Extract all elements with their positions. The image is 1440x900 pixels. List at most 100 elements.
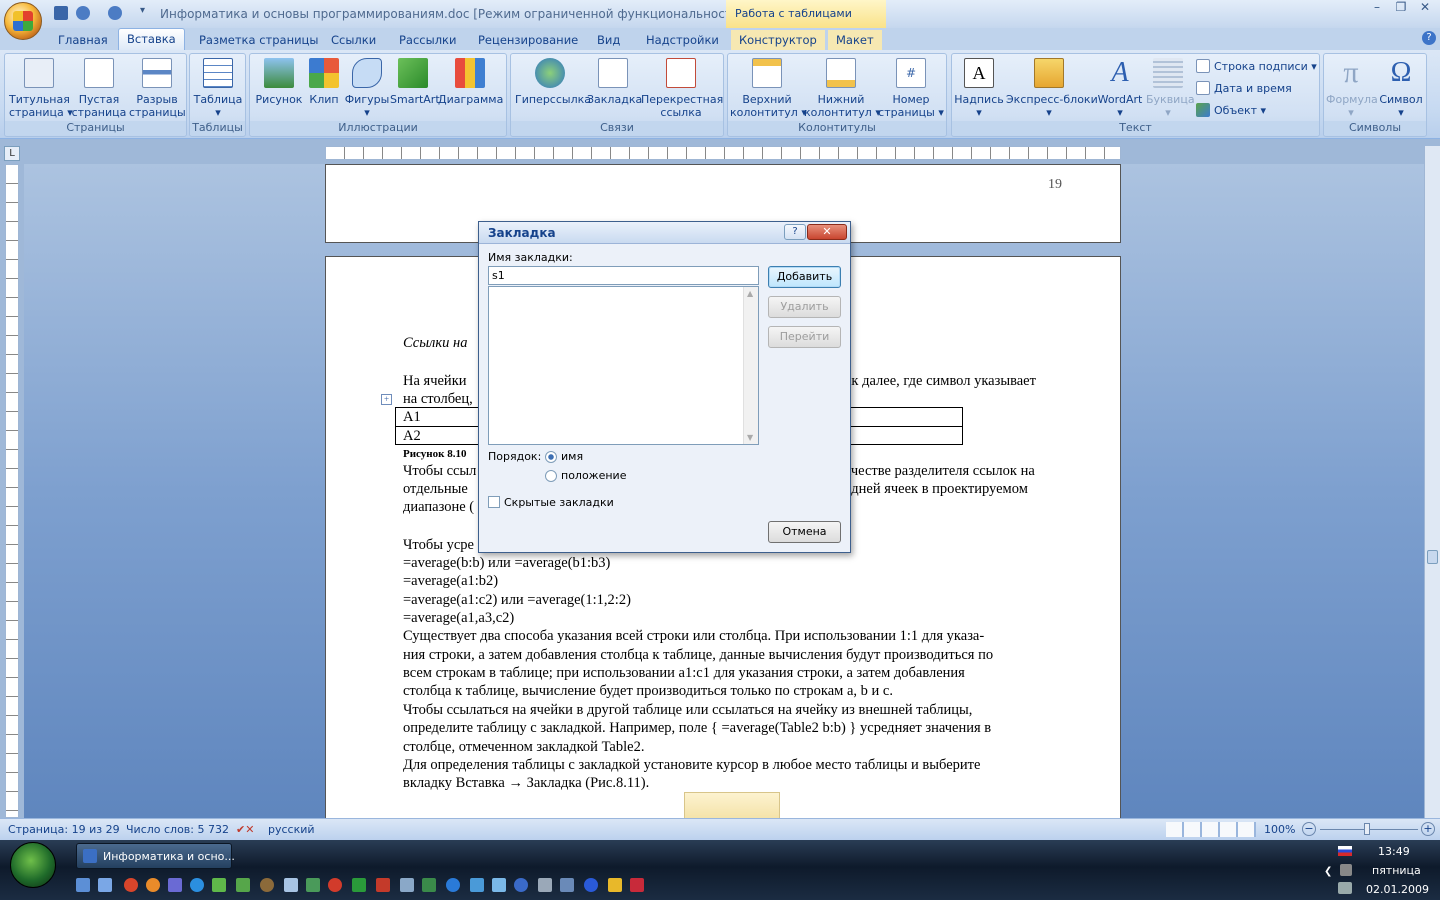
- restore-icon[interactable]: ❐: [1390, 0, 1412, 18]
- shapes-button[interactable]: Фигуры ▾: [344, 58, 390, 119]
- app-icon[interactable]: [422, 878, 436, 892]
- app-icon[interactable]: [514, 878, 528, 892]
- bookmark-button[interactable]: Закладка: [587, 58, 642, 106]
- order-name-radio[interactable]: [545, 451, 557, 463]
- app-icon[interactable]: [284, 878, 298, 892]
- view-buttons[interactable]: [1166, 822, 1256, 837]
- clock-date[interactable]: 02.01.2009: [1366, 883, 1429, 896]
- proofing-icon[interactable]: ✔✕: [236, 823, 254, 836]
- zoom-slider-thumb[interactable]: [1364, 823, 1370, 835]
- tab-view[interactable]: Вид: [589, 30, 628, 50]
- cover-page-button[interactable]: Титульная страница ▾: [9, 58, 73, 119]
- ie-icon[interactable]: [190, 878, 204, 892]
- tab-addins[interactable]: Надстройки: [638, 30, 727, 50]
- word-count[interactable]: Число слов: 5 732: [126, 823, 229, 836]
- horizontal-ruler[interactable]: [325, 146, 1121, 160]
- picture-button[interactable]: Рисунок: [254, 58, 304, 106]
- symbol-button[interactable]: Ω Символ ▾: [1376, 58, 1426, 120]
- app-icon[interactable]: [470, 878, 484, 892]
- hidden-bookmarks-checkbox[interactable]: [488, 496, 500, 508]
- signature-line-button[interactable]: Строка подписи ▾: [1196, 59, 1317, 73]
- desktop-icon[interactable]: [76, 878, 90, 892]
- vertical-ruler[interactable]: [5, 164, 19, 818]
- scrollbar-thumb[interactable]: [1427, 550, 1438, 564]
- dialog-title-bar[interactable]: Закладка ? ✕: [479, 222, 850, 244]
- clock-day[interactable]: пятница: [1372, 864, 1421, 877]
- list-scrollbar[interactable]: ▲ ▼: [743, 287, 758, 444]
- app-icon[interactable]: [306, 878, 320, 892]
- app-icon[interactable]: [446, 878, 460, 892]
- footer-button[interactable]: Нижний колонтитул ▾: [804, 58, 881, 119]
- tab-selector[interactable]: L: [4, 146, 20, 161]
- firefox-icon[interactable]: [146, 878, 160, 892]
- language-flag-icon[interactable]: [1338, 846, 1352, 856]
- zoom-level[interactable]: 100%: [1264, 823, 1295, 836]
- object-button[interactable]: Объект ▾: [1196, 103, 1266, 117]
- app-icon[interactable]: [538, 878, 552, 892]
- page-break-button[interactable]: Разрыв страницы: [129, 58, 186, 119]
- clipart-button[interactable]: Клип: [306, 58, 342, 106]
- show-hidden-icons[interactable]: ❮: [1324, 866, 1332, 877]
- app-icon[interactable]: [584, 878, 598, 892]
- tab-insert[interactable]: Вставка: [118, 28, 185, 51]
- blank-page-button[interactable]: Пустая страница: [71, 58, 127, 119]
- goto-button[interactable]: Перейти: [768, 326, 841, 348]
- app-icon[interactable]: [400, 878, 414, 892]
- tab-design[interactable]: Конструктор: [731, 30, 825, 50]
- app-icon[interactable]: [630, 878, 644, 892]
- dialog-help-button[interactable]: ?: [784, 224, 806, 240]
- app-icon[interactable]: [260, 878, 274, 892]
- scroll-up-icon[interactable]: ▲: [747, 289, 753, 298]
- opera-icon[interactable]: [124, 878, 138, 892]
- close-icon[interactable]: ✕: [1414, 0, 1436, 18]
- wordart-button[interactable]: A WordArt ▾: [1094, 58, 1146, 120]
- quick-parts-button[interactable]: Экспресс-блоки ▾: [1006, 58, 1098, 119]
- tab-home[interactable]: Главная: [50, 30, 116, 50]
- clock-time[interactable]: 13:49: [1378, 845, 1410, 858]
- tray-icon[interactable]: [1340, 864, 1352, 876]
- tab-page-layout[interactable]: Разметка страницы: [191, 30, 326, 50]
- app-icon[interactable]: [376, 878, 390, 892]
- app-icon[interactable]: [560, 878, 574, 892]
- app-icon[interactable]: [608, 878, 622, 892]
- tab-mailings[interactable]: Рассылки: [391, 30, 464, 50]
- page-number-button[interactable]: # Номер страницы ▾: [878, 58, 944, 119]
- bookmark-name-input[interactable]: s1: [488, 266, 759, 285]
- network-icon[interactable]: [1338, 882, 1352, 894]
- zoom-in-icon[interactable]: +: [1421, 822, 1435, 836]
- header-button[interactable]: Верхний колонтитул ▾: [730, 58, 807, 119]
- app-icon[interactable]: [212, 878, 226, 892]
- office-button[interactable]: [4, 2, 42, 40]
- table-move-handle-icon[interactable]: +: [381, 394, 392, 405]
- date-time-button[interactable]: Дата и время: [1196, 81, 1292, 95]
- zoom-out-icon[interactable]: −: [1302, 822, 1316, 836]
- app-icon[interactable]: [236, 878, 250, 892]
- vertical-scrollbar[interactable]: [1424, 146, 1440, 818]
- explorer-icon[interactable]: [98, 878, 112, 892]
- textbox-button[interactable]: A Надпись ▾: [954, 58, 1004, 119]
- redo-icon[interactable]: [108, 6, 122, 20]
- smartart-button[interactable]: SmartArt: [390, 58, 440, 106]
- help-icon[interactable]: ?: [1422, 31, 1436, 45]
- minimize-icon[interactable]: –: [1366, 0, 1388, 18]
- delete-button[interactable]: Удалить: [768, 296, 841, 318]
- app-icon[interactable]: [352, 878, 366, 892]
- tab-layout[interactable]: Макет: [828, 30, 882, 50]
- scroll-down-icon[interactable]: ▼: [747, 433, 753, 442]
- order-position-radio[interactable]: [545, 470, 557, 482]
- dialog-close-icon[interactable]: ✕: [807, 224, 847, 240]
- undo-icon[interactable]: [76, 6, 90, 20]
- drop-cap-button[interactable]: Буквица ▾: [1146, 58, 1195, 119]
- app-icon[interactable]: [328, 878, 342, 892]
- add-button[interactable]: Добавить: [768, 266, 841, 288]
- table-button[interactable]: Таблица ▾: [192, 58, 244, 119]
- page-count[interactable]: Страница: 19 из 29: [8, 823, 120, 836]
- tab-references[interactable]: Ссылки: [323, 30, 384, 50]
- cross-reference-button[interactable]: Перекрестная ссылка: [641, 58, 723, 119]
- language[interactable]: русский: [268, 823, 315, 836]
- taskbar-item-word[interactable]: Информатика и осно...: [76, 843, 235, 869]
- save-icon[interactable]: [54, 6, 68, 20]
- app-icon[interactable]: [168, 878, 182, 892]
- cancel-button[interactable]: Отмена: [768, 521, 841, 543]
- bookmark-list[interactable]: ▲ ▼: [488, 286, 759, 445]
